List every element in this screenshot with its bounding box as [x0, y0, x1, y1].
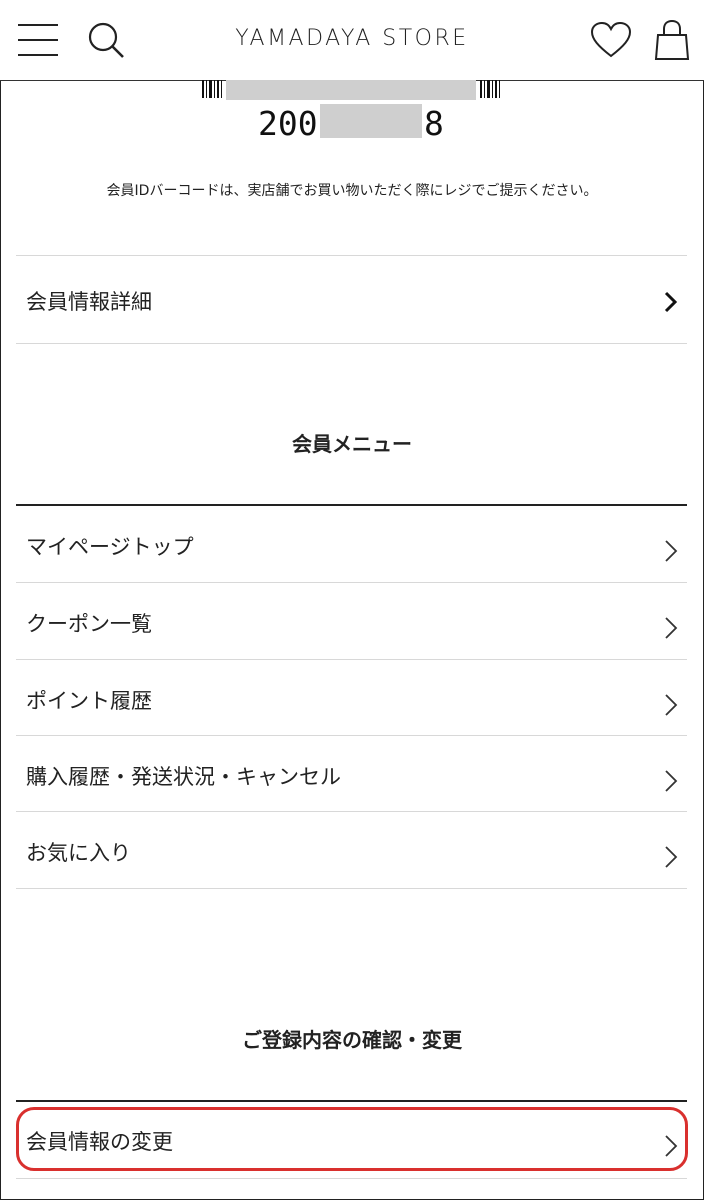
chevron-right-icon — [665, 770, 678, 792]
menu-item-favorites[interactable]: お気に入り — [16, 813, 687, 889]
section-divider — [16, 504, 687, 506]
member-details-label: 会員情報詳細 — [26, 290, 152, 314]
menu-item-label: クーポン一覧 — [26, 612, 152, 636]
barcode-note: 会員IDバーコードは、実店舗でお買い物いただく際にレジでご提示ください。 — [106, 183, 598, 199]
divider — [16, 811, 687, 812]
member-details-link[interactable]: 会員情報詳細 — [16, 260, 687, 342]
divider — [16, 255, 687, 256]
shopping-bag-icon[interactable] — [648, 16, 696, 64]
menu-item-label: ポイント履歴 — [26, 689, 152, 713]
menu-item-mypage-top[interactable]: マイページトップ — [16, 507, 687, 583]
barcode-redaction — [226, 80, 476, 100]
member-menu-title: 会員メニュー — [292, 432, 412, 456]
registration-title: ご登録内容の確認・変更 — [242, 1028, 462, 1052]
menu-item-order-history[interactable]: 購入履歴・発送状況・キャンセル — [16, 737, 687, 813]
menu-item-label: マイページトップ — [26, 535, 194, 559]
site-header: YAMADAYA STORE — [0, 0, 704, 81]
member-id-suffix: 8 — [424, 104, 444, 143]
chevron-right-icon — [664, 291, 678, 313]
chevron-right-icon — [665, 540, 678, 562]
menu-item-point-history[interactable]: ポイント履歴 — [16, 661, 687, 737]
divider — [16, 343, 687, 344]
section-divider — [16, 1100, 687, 1102]
divider — [16, 659, 687, 660]
search-icon[interactable] — [82, 16, 130, 64]
menu-item-coupons[interactable]: クーポン一覧 — [16, 584, 687, 660]
divider — [16, 888, 687, 889]
menu-item-label: お気に入り — [26, 841, 131, 865]
chevron-right-icon — [665, 846, 678, 868]
member-id-prefix: 200 — [258, 104, 318, 143]
heart-icon[interactable] — [586, 16, 636, 64]
store-logo[interactable]: YAMADAYA STORE — [200, 26, 504, 51]
highlight-outline — [16, 1107, 688, 1171]
chevron-right-icon — [665, 617, 678, 639]
divider — [16, 1178, 687, 1179]
divider — [16, 582, 687, 583]
member-id-redaction — [320, 104, 422, 138]
chevron-right-icon — [665, 694, 678, 716]
menu-item-label: 購入履歴・発送状況・キャンセル — [26, 765, 341, 789]
divider — [16, 735, 687, 736]
menu-icon[interactable] — [14, 16, 62, 64]
